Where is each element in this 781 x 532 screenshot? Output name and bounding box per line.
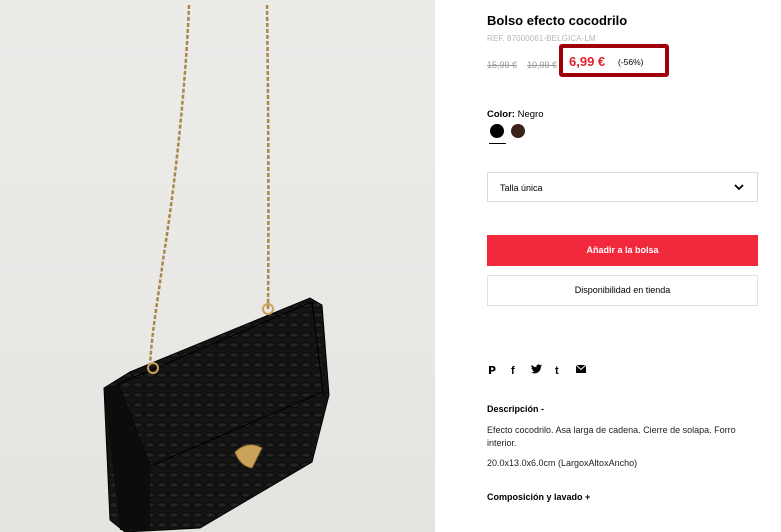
- previous-price: 10,99 €: [527, 60, 558, 70]
- chevron-down-icon: [734, 184, 744, 191]
- size-selected-value: Talla única: [500, 183, 543, 193]
- color-swatch-brown[interactable]: [511, 124, 525, 138]
- product-info-panel: Bolso efecto cocodrilo REF. 87000061-BEL…: [487, 0, 759, 532]
- product-reference: REF. 87000061-BELGICA-LM: [487, 34, 596, 43]
- add-to-bag-button[interactable]: Añadir a la bolsa: [487, 235, 758, 266]
- crossbody-bag-illustration: [103, 4, 330, 532]
- price-row: 15,99 € 10,99 € 6,99 € (-56%): [487, 44, 672, 77]
- product-title: Bolso efecto cocodrilo: [487, 13, 628, 28]
- description-dimensions: 20.0x13.0x6.0cm (LargoxAltoxAncho): [487, 458, 638, 468]
- color-swatch-black[interactable]: [490, 124, 504, 138]
- current-price: 6,99 €: [569, 54, 606, 69]
- color-label-key: Color:: [487, 109, 515, 120]
- price-highlight-box: 6,99 € (-56%): [559, 44, 669, 77]
- size-select[interactable]: Talla única: [487, 172, 758, 202]
- color-value: Negro: [517, 109, 544, 120]
- pinterest-icon[interactable]: P: [488, 364, 496, 378]
- mail-icon[interactable]: [575, 364, 587, 378]
- discount-badge: (-56%): [618, 57, 644, 67]
- facebook-icon[interactable]: f: [511, 364, 515, 378]
- product-image: [0, 0, 435, 532]
- description-text: Efecto cocodrilo. Asa larga de cadena. C…: [487, 425, 736, 448]
- twitter-icon[interactable]: [531, 364, 542, 379]
- color-label: Color: Negro: [487, 109, 543, 120]
- store-availability-button[interactable]: Disponibilidad en tienda: [487, 275, 758, 306]
- description-toggle[interactable]: Descripción -: [487, 404, 544, 414]
- composition-toggle[interactable]: Composición y lavado +: [487, 492, 590, 502]
- tumblr-icon[interactable]: t: [555, 364, 559, 378]
- original-price: 15,99 €: [487, 60, 518, 70]
- selected-swatch-indicator: [489, 143, 506, 144]
